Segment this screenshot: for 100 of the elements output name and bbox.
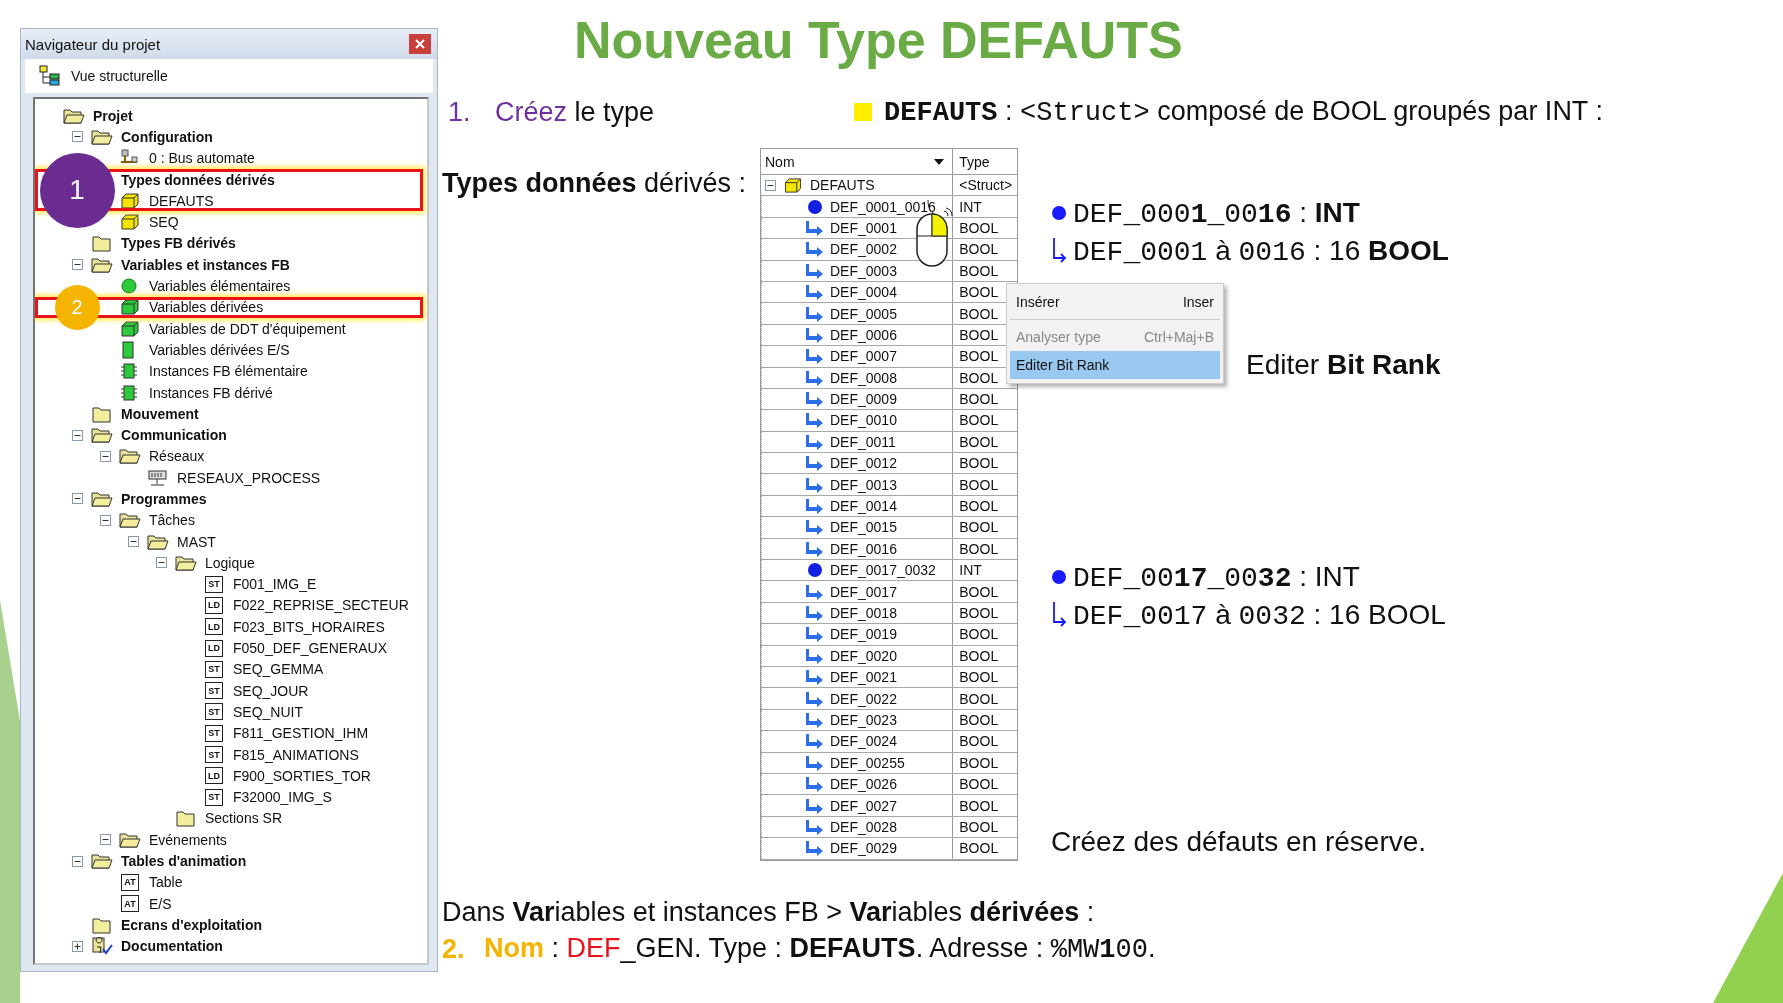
tree-item-label[interactable]: Tâches (149, 512, 195, 529)
section-type-badge: ST (205, 724, 223, 742)
tree-item-label[interactable]: Variables de DDT d'équipement (149, 320, 346, 337)
tree-item-label[interactable]: Projet (93, 107, 133, 124)
arrow-icon (806, 348, 824, 365)
bullet-dot-icon (1051, 569, 1067, 585)
collapse-toggle[interactable] (71, 131, 83, 143)
tree-item-label[interactable]: F050_DEF_GENERAUX (233, 640, 388, 657)
arrow-icon (806, 498, 824, 515)
tree-item-label[interactable]: Tables d'animation (121, 853, 247, 870)
collapse-toggle[interactable] (71, 429, 83, 441)
collapse-toggle[interactable] (99, 450, 111, 462)
arrow-icon (806, 540, 824, 557)
view-label: Vue structurelle (71, 68, 168, 84)
tree-item-label[interactable]: RESEAUX_PROCESS (177, 469, 321, 486)
variable-name: DEF_0005 (830, 305, 897, 322)
tree-view-icon (39, 65, 61, 87)
column-header[interactable]: Type (953, 149, 1017, 174)
tree-item-label[interactable]: Communication (121, 427, 227, 444)
variable-type: BOOL (959, 476, 999, 493)
tree-item-label[interactable]: Evénements (149, 831, 227, 848)
tree-item-label[interactable]: Types données dérivés (121, 171, 275, 188)
folder-icon (119, 511, 141, 530)
tree-item-label[interactable]: Documentation (121, 938, 223, 955)
tree-item-label[interactable]: Variables élémentaires (149, 278, 291, 294)
tree-item-label[interactable]: SEQ_NUIT (233, 703, 303, 720)
collapse-toggle[interactable] (765, 179, 776, 191)
collapse-toggle[interactable] (99, 834, 111, 846)
arrow-icon (806, 412, 824, 429)
folder-icon (91, 255, 113, 274)
tree-item-label[interactable]: F815_ANIMATIONS (233, 746, 359, 763)
tree-item-label[interactable]: Table (149, 874, 183, 891)
variable-name: DEF_0022 (830, 690, 897, 707)
collapse-toggle[interactable] (127, 536, 139, 548)
collapse-toggle[interactable] (99, 514, 111, 526)
tree-item-label[interactable]: MAST (177, 533, 216, 550)
variable-type: BOOL (959, 733, 999, 750)
tree-item-label[interactable]: F001_IMG_E (233, 576, 317, 593)
collapse-toggle[interactable] (155, 557, 167, 569)
tree-item-label[interactable]: Configuration (121, 128, 213, 145)
tree-item-label[interactable]: Ecrans d'exploitation (121, 916, 263, 933)
note-text: DEF_0017_0032 : INT (1073, 560, 1360, 594)
tree-item-label[interactable]: E/S (149, 895, 172, 912)
network-icon (147, 468, 169, 487)
tree-item-label[interactable]: Sections SR (205, 810, 283, 827)
tree-item-label[interactable]: Variables dérivées E/S (149, 341, 290, 358)
tree-item-label[interactable]: F022_REPRISE_SECTEUR (233, 597, 409, 614)
section-type-badge: ST (205, 575, 223, 593)
arrow-icon (806, 818, 824, 835)
folder-icon (175, 809, 197, 828)
tree-item-label[interactable]: F900_SORTIES_TOR (233, 767, 371, 784)
tree-item-label[interactable]: SEQ_GEMMA (233, 661, 324, 678)
collapse-toggle[interactable] (71, 855, 83, 867)
variable-name: DEF_0027 (830, 797, 897, 814)
tree-item-label[interactable]: F023_BITS_HORAIRES (233, 618, 385, 635)
column-header[interactable]: Nom (761, 149, 954, 174)
tree-item-label[interactable]: Logique (205, 554, 255, 571)
step-number: 1. (448, 96, 472, 128)
variable-name: DEF_0010 (830, 412, 897, 429)
menu-hint-text: Editer Bit Rank (1246, 349, 1441, 380)
variable-type: BOOL (959, 711, 999, 728)
expand-toggle[interactable] (71, 940, 83, 952)
tree-item-label[interactable]: DEFAUTS (149, 192, 214, 209)
variable-name: DEF_0024 (830, 733, 897, 750)
tree-item-label[interactable]: Types FB dérivés (121, 235, 236, 252)
section-type-badge: ST (205, 746, 223, 764)
arrow-icon (806, 241, 824, 258)
tree-item-label[interactable]: Variables et instances FB (121, 256, 290, 273)
tree-item-label[interactable]: Programmes (121, 491, 207, 507)
menu-item[interactable]: Insérer Inser (1010, 288, 1220, 316)
sub-arrow-icon (1051, 602, 1067, 628)
arrow-icon (806, 711, 824, 728)
close-button[interactable] (409, 34, 431, 54)
tree-item-label[interactable]: Mouvement (121, 405, 199, 422)
folder-icon (91, 234, 113, 253)
tree-item-label[interactable]: Instances FB dérivé (149, 384, 273, 401)
variable-name: DEF_00255 (830, 754, 905, 771)
tree-item-label[interactable]: SEQ_JOUR (233, 682, 309, 699)
close-icon (415, 39, 425, 49)
variable-type: BOOL (959, 262, 999, 279)
arrow-icon (806, 476, 824, 493)
cube-icon (782, 176, 804, 194)
variable-type: INT (959, 562, 982, 579)
tree-item-label[interactable]: 0 : Bus automate (149, 150, 255, 167)
tree-item-label[interactable]: F811_GESTION_IHM (233, 725, 369, 742)
instruction-text: Nom : DEF_GEN. Type : DEFAUTS. Adresse : %MW100. (484, 933, 1156, 965)
tree-item-label[interactable]: Variables dérivées (149, 299, 264, 316)
tree-item-label[interactable]: SEQ (149, 214, 179, 231)
tree-item-label[interactable]: Instances FB élémentaire (149, 363, 308, 380)
tree-item-label[interactable]: Réseaux (149, 448, 205, 465)
arrow-icon (806, 519, 824, 536)
section-type-badge: AT (121, 895, 139, 913)
folder-icon (63, 106, 85, 125)
variable-name: DEFAUTS (810, 177, 875, 194)
note-text: DEF_0017 à 0032 : 16 BOOL (1073, 598, 1446, 632)
menu-item[interactable]: Editer Bit Rank (1010, 351, 1220, 379)
variable-name: DEF_0008 (830, 369, 897, 386)
tree-item-label[interactable]: F32000_IMG_S (233, 789, 332, 806)
collapse-toggle[interactable] (71, 259, 83, 271)
collapse-toggle[interactable] (71, 493, 83, 505)
